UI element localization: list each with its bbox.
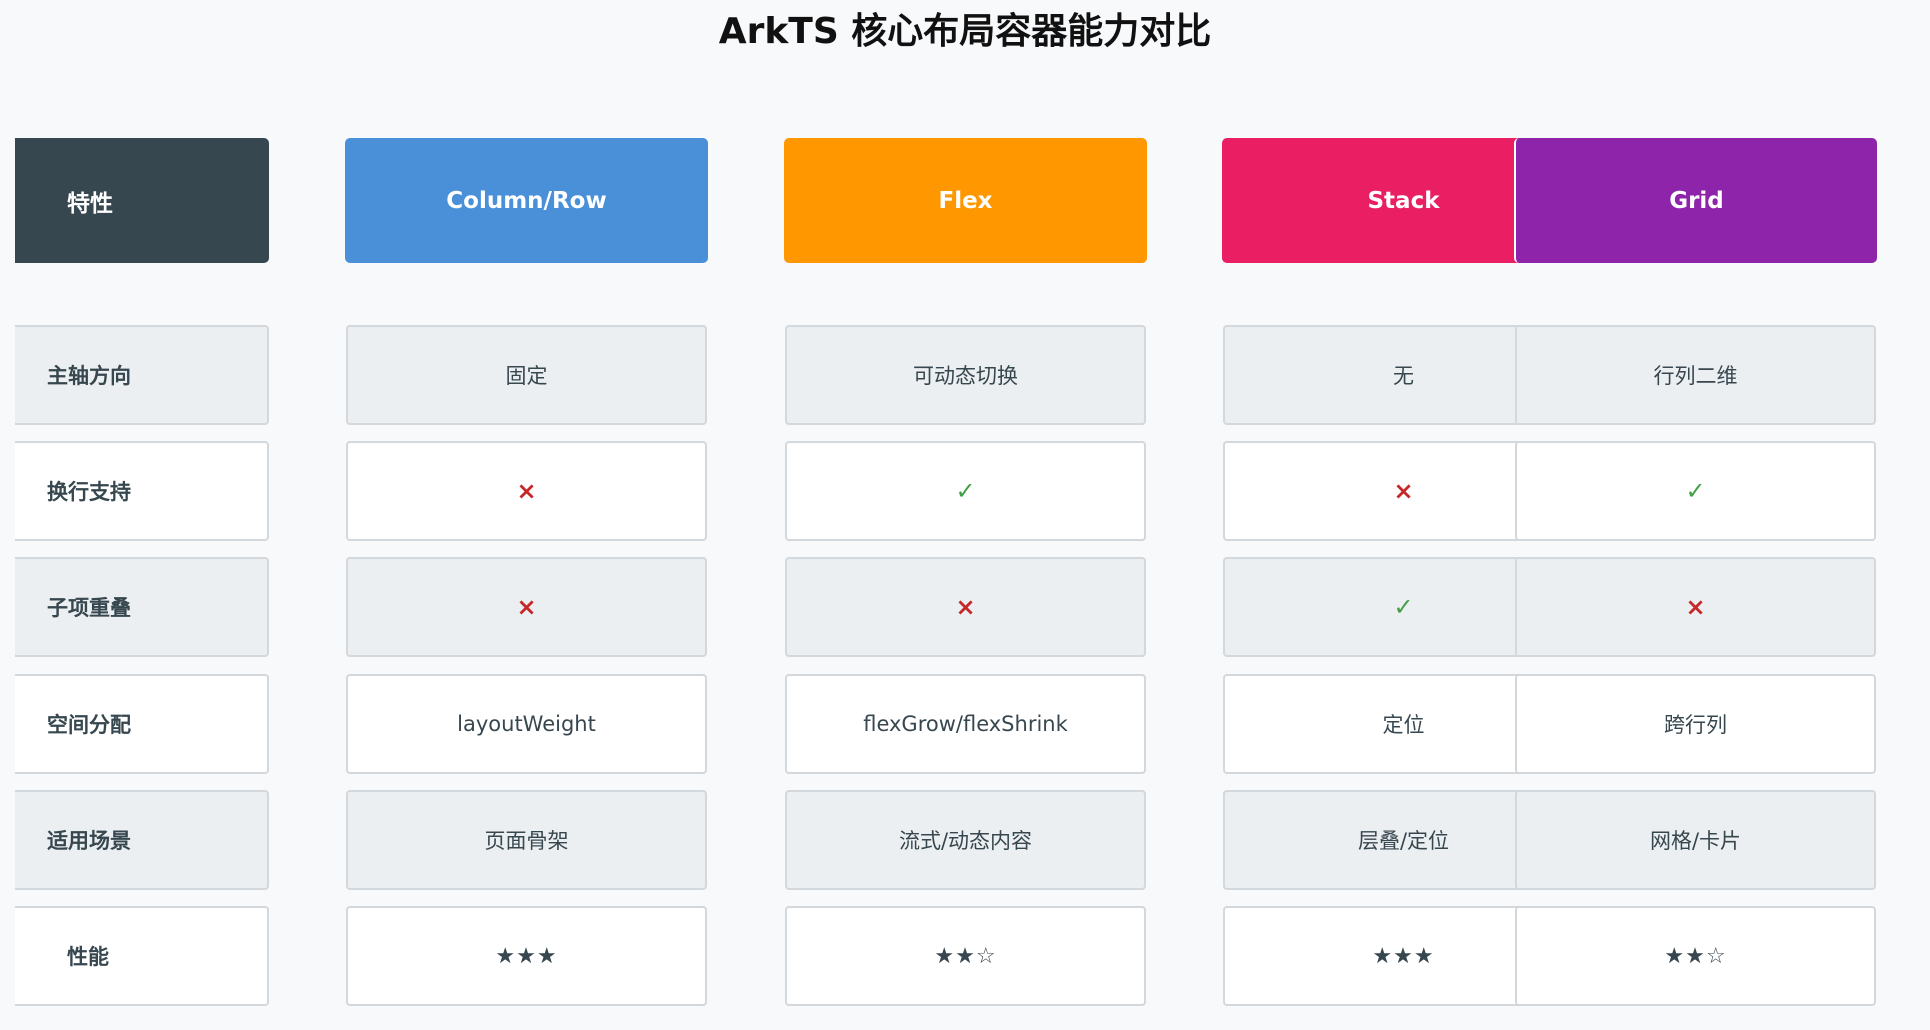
header-column-row: Column/Row xyxy=(345,138,708,263)
cell-grid-overlap: × xyxy=(1515,557,1876,657)
cross-icon: × xyxy=(1393,477,1414,505)
star-rating: ★★☆ xyxy=(1664,943,1727,969)
check-icon: ✓ xyxy=(1685,477,1706,505)
cross-icon: × xyxy=(516,477,537,505)
cell-grid-space: 跨行列 xyxy=(1515,674,1876,774)
star-rating: ★★★ xyxy=(1372,943,1435,969)
check-icon: ✓ xyxy=(1393,593,1414,621)
cell-column-row-scenario: 页面骨架 xyxy=(346,790,707,890)
row-label-main-axis: 主轴方向 xyxy=(15,325,269,425)
cell-column-row-space: layoutWeight xyxy=(346,674,707,774)
row-label-space: 空间分配 xyxy=(15,674,269,774)
cell-grid-performance: ★★☆ xyxy=(1515,906,1876,1006)
cell-column-row-wrap: × xyxy=(346,441,707,541)
header-flex: Flex xyxy=(784,138,1147,263)
header-stack-label: Stack xyxy=(1367,187,1440,214)
cell-flex-overlap: × xyxy=(785,557,1146,657)
star-rating: ★★☆ xyxy=(934,943,997,969)
cell-flex-space: flexGrow/flexShrink xyxy=(785,674,1146,774)
row-label-wrap: 换行支持 xyxy=(15,441,269,541)
header-flex-label: Flex xyxy=(938,187,993,214)
cell-column-row-performance: ★★★ xyxy=(346,906,707,1006)
row-label-scenario: 适用场景 xyxy=(15,790,269,890)
star-rating: ★★★ xyxy=(495,943,558,969)
header-feature-label: 特性 xyxy=(67,190,113,217)
header-grid-label: Grid xyxy=(1669,187,1724,214)
header-grid: Grid xyxy=(1514,138,1877,263)
cell-column-row-overlap: × xyxy=(346,557,707,657)
check-icon: ✓ xyxy=(955,477,976,505)
page-title: ArkTS 核心布局容器能力对比 xyxy=(718,11,1212,52)
cross-icon: × xyxy=(516,593,537,621)
header-column-row-label: Column/Row xyxy=(446,187,607,214)
cell-grid-main-axis: 行列二维 xyxy=(1515,325,1876,425)
cell-flex-performance: ★★☆ xyxy=(785,906,1146,1006)
cell-grid-wrap: ✓ xyxy=(1515,441,1876,541)
cell-flex-scenario: 流式/动态内容 xyxy=(785,790,1146,890)
cell-column-row-main-axis: 固定 xyxy=(346,325,707,425)
row-label-overlap: 子项重叠 xyxy=(15,557,269,657)
cell-flex-main-axis: 可动态切换 xyxy=(785,325,1146,425)
cross-icon: × xyxy=(1685,593,1706,621)
cell-flex-wrap: ✓ xyxy=(785,441,1146,541)
cross-icon: × xyxy=(955,593,976,621)
row-label-performance: 性能 xyxy=(15,906,269,1006)
cell-grid-scenario: 网格/卡片 xyxy=(1515,790,1876,890)
header-feature: 特性 xyxy=(15,138,269,263)
